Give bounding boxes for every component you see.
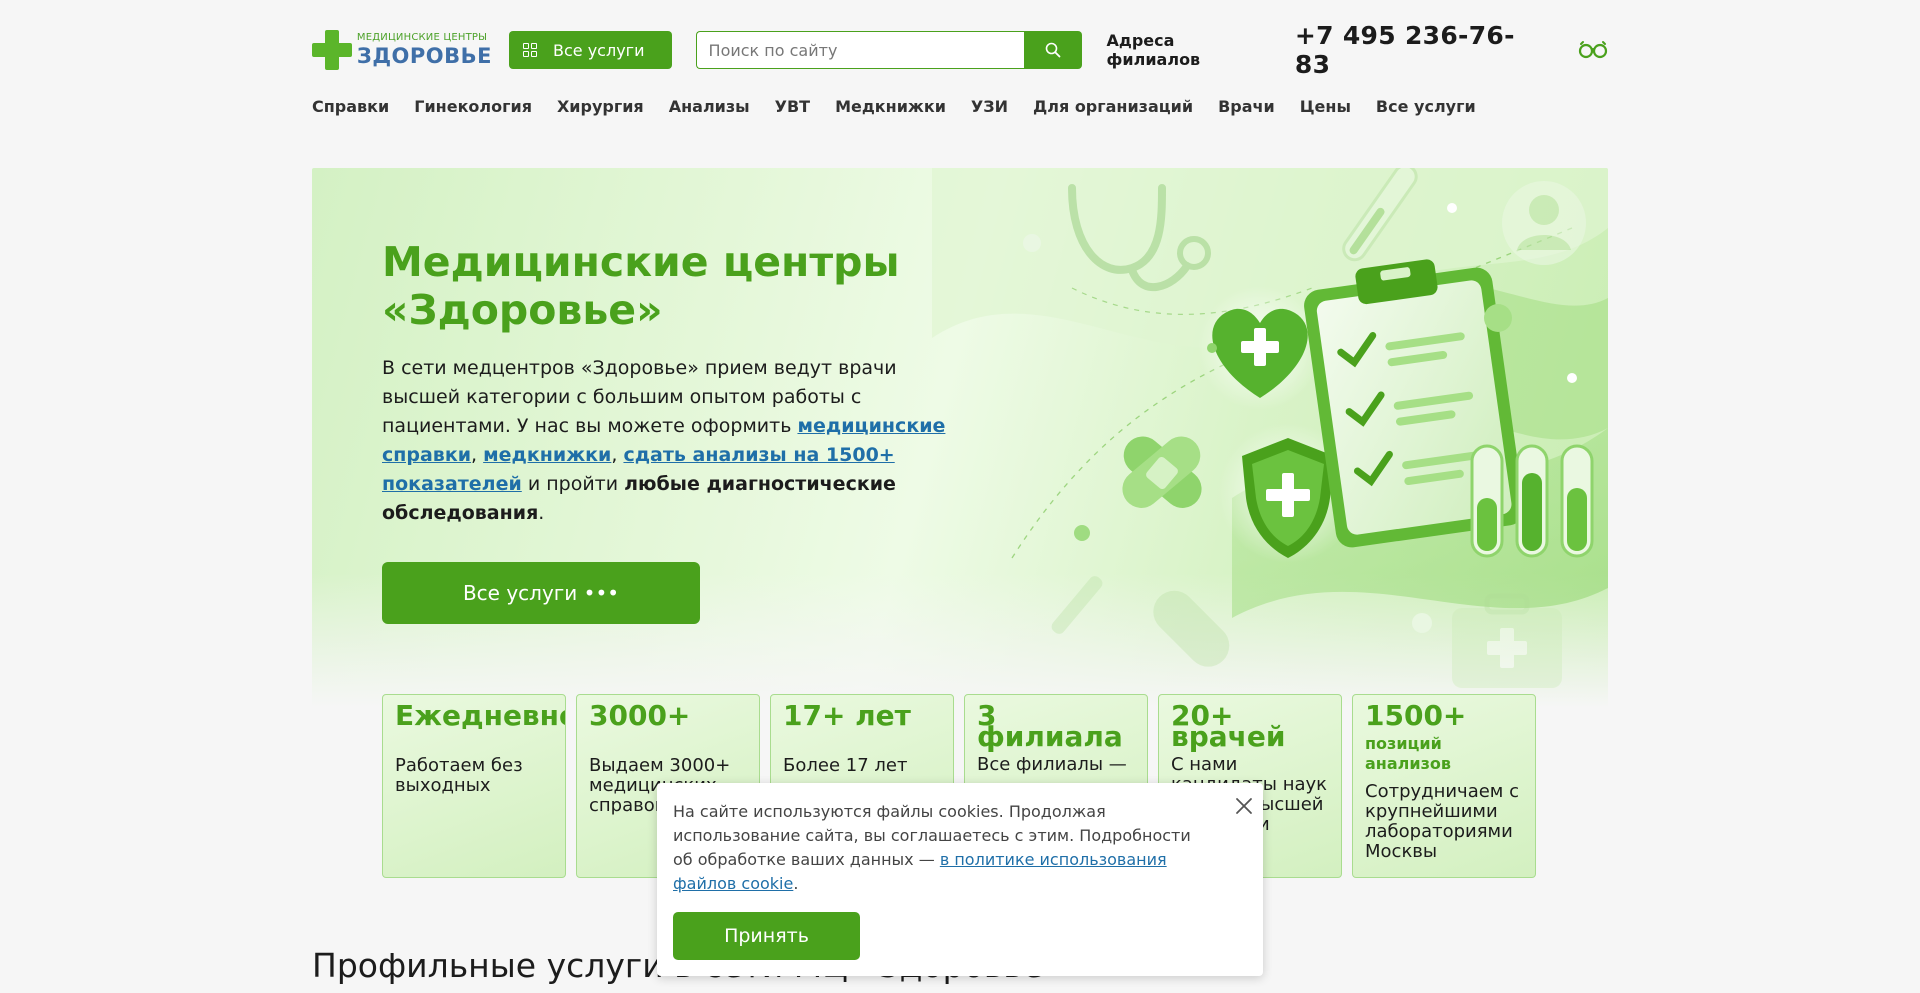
stat-description: Более 17 лет (783, 755, 908, 776)
cookie-banner: На сайте используются файлы cookies. Про… (657, 783, 1263, 976)
search-icon (1045, 42, 1060, 58)
nav-item-surgery[interactable]: Хирургия (557, 97, 644, 116)
cookie-text: На сайте используются файлы cookies. Про… (673, 802, 1191, 893)
search-button[interactable] (1023, 31, 1082, 69)
close-icon[interactable] (1233, 795, 1255, 817)
stat-description: Работаем без выходных (395, 755, 523, 796)
stat-card-daily: Ежедневно Работаем без выходных (382, 694, 566, 878)
stat-title: Ежедневно (395, 699, 566, 732)
nav-item-spravki[interactable]: Справки (312, 97, 389, 116)
medbooks-link[interactable]: медкнижки (483, 444, 611, 466)
nav-item-gynecology[interactable]: Гинекология (414, 97, 532, 116)
glasses-icon[interactable] (1578, 39, 1608, 61)
nav-item-prices[interactable]: Цены (1300, 97, 1351, 116)
nav-item-doctors[interactable]: Врачи (1218, 97, 1275, 116)
stat-title: 20+ врачей (1171, 699, 1286, 753)
logo-subtitle: МЕДИЦИНСКИЕ ЦЕНТРЫ (356, 32, 488, 43)
hero-title: Медицинские центры «Здоровье» (382, 238, 900, 334)
logo[interactable]: МЕДИЦИНСКИЕ ЦЕНТРЫ ЗДОРОВЬЕ (312, 28, 492, 72)
grid-icon (523, 43, 537, 57)
header: МЕДИЦИНСКИЕ ЦЕНТРЫ ЗДОРОВЬЕ Все услуги А… (312, 21, 1608, 79)
all-services-label: Все услуги (553, 40, 645, 60)
stat-title: 3000+ (589, 699, 691, 732)
hero-all-services-button[interactable]: Все услуги ••• (382, 562, 700, 624)
medical-illustration (932, 168, 1608, 688)
hero-description: В сети медцентров «Здоровье» прием ведут… (382, 357, 946, 524)
stat-description: Все филиалы — (977, 754, 1127, 775)
all-services-button[interactable]: Все услуги (509, 31, 672, 69)
search-form (695, 31, 1082, 69)
stat-description: Сотрудничаем с крупнейшими лабораториями… (1365, 781, 1519, 862)
nav-item-medbooks[interactable]: Медкнижки (835, 97, 946, 116)
nav-item-uvt[interactable]: УВТ (775, 97, 810, 116)
main-nav: Справки Гинекология Хирургия Анализы УВТ… (312, 97, 1476, 116)
stat-title: 3 филиала (977, 699, 1123, 753)
hero-banner: Медицинские центры «Здоровье» В сети мед… (312, 168, 1608, 708)
addresses-link[interactable]: Адреса филиалов (1107, 31, 1271, 69)
nav-item-organizations[interactable]: Для организаций (1033, 97, 1193, 116)
stat-subtitle: позиций анализов (1365, 734, 1451, 773)
nav-item-uzi[interactable]: УЗИ (971, 97, 1008, 116)
logo-title: ЗДОРОВЬЕ (356, 44, 492, 68)
search-input[interactable] (695, 31, 1024, 69)
nav-item-all-services[interactable]: Все услуги (1376, 97, 1476, 116)
nav-item-analyses[interactable]: Анализы (669, 97, 750, 116)
stat-title: 1500+ (1365, 699, 1467, 732)
stat-card-analyses: 1500+ позиций анализов Сотрудничаем с кр… (1352, 694, 1536, 878)
accept-cookies-button[interactable]: Принять (673, 912, 860, 960)
medical-cross-icon (312, 30, 352, 70)
stat-title: 17+ лет (783, 699, 911, 732)
phone-link[interactable]: +7 495 236-76-83 (1295, 21, 1546, 79)
